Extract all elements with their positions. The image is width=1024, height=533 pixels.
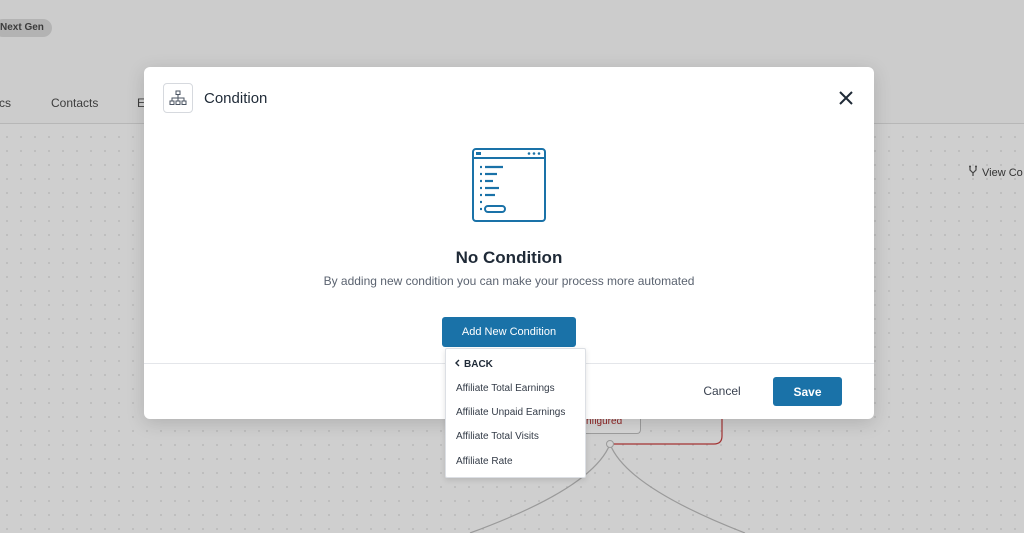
back-label: BACK xyxy=(464,359,493,370)
save-button[interactable]: Save xyxy=(773,377,842,406)
empty-state-title: No Condition xyxy=(455,248,563,267)
add-new-condition-button[interactable]: Add New Condition xyxy=(442,317,576,347)
condition-dropdown: BACK Affiliate Total Earnings Affiliate … xyxy=(445,348,586,478)
dropdown-item-affiliate-rate[interactable]: Affiliate Rate xyxy=(456,456,513,467)
modal-title: Condition xyxy=(204,90,268,107)
back-button[interactable]: BACK xyxy=(454,359,493,370)
close-icon[interactable] xyxy=(836,88,856,108)
dropdown-item-affiliate-unpaid-earnings[interactable]: Affiliate Unpaid Earnings xyxy=(456,407,565,418)
chevron-left-icon xyxy=(454,359,460,370)
cancel-button[interactable]: Cancel xyxy=(693,378,751,404)
empty-state-description: By adding new condition you can make you… xyxy=(323,274,695,288)
code-window-icon xyxy=(471,147,547,228)
dropdown-item-affiliate-total-visits[interactable]: Affiliate Total Visits xyxy=(456,431,539,442)
structure-icon xyxy=(163,83,193,113)
dropdown-item-affiliate-total-earnings[interactable]: Affiliate Total Earnings xyxy=(456,383,555,394)
